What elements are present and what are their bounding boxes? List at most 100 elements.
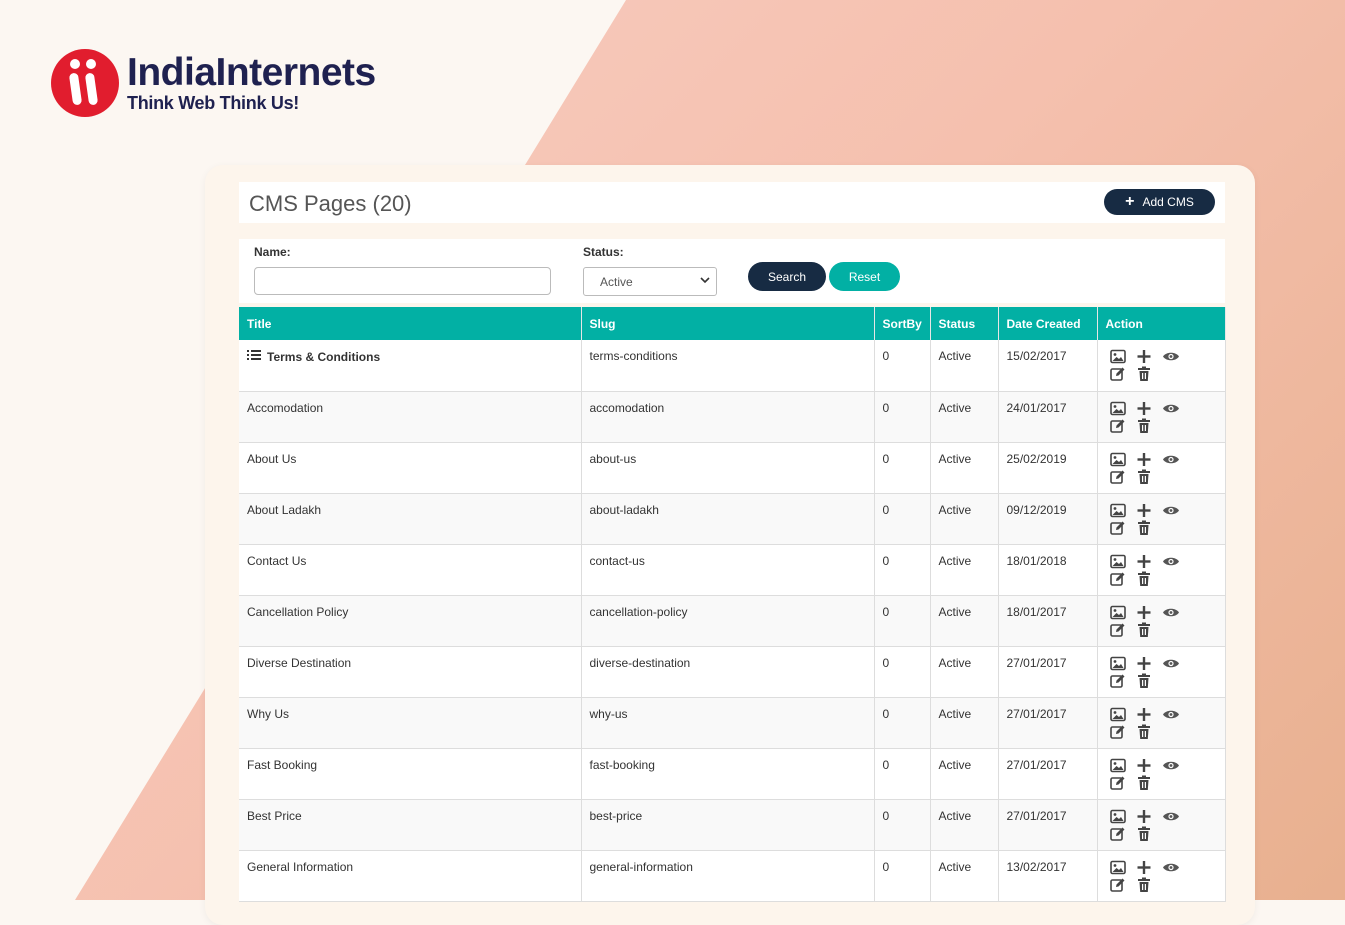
image-icon[interactable] (1109, 401, 1128, 418)
edit-icon[interactable] (1109, 826, 1128, 843)
cell-status: Active (930, 850, 999, 902)
plus-icon[interactable] (1136, 349, 1154, 366)
row-title: Accomodation (247, 400, 324, 415)
cms-header: CMS Pages (20) + Add CMS (239, 182, 1225, 223)
plus-icon[interactable] (1136, 554, 1154, 571)
cell-title: Contact Us (239, 544, 582, 596)
plus-icon[interactable] (1136, 656, 1154, 673)
trash-icon[interactable] (1136, 418, 1154, 435)
eye-icon[interactable] (1162, 809, 1180, 826)
edit-icon[interactable] (1109, 622, 1128, 639)
plus-icon[interactable] (1136, 707, 1154, 724)
name-input[interactable] (254, 267, 551, 295)
add-cms-button[interactable]: + Add CMS (1104, 189, 1215, 215)
eye-icon[interactable] (1162, 605, 1180, 622)
row-slug: terms-conditions (589, 349, 678, 363)
column-header-title[interactable]: Title (239, 307, 582, 340)
image-icon[interactable] (1109, 452, 1128, 469)
image-icon[interactable] (1109, 707, 1128, 724)
cell-actions (1097, 595, 1226, 647)
plus-icon[interactable] (1136, 860, 1154, 877)
row-sortby: 0 (882, 757, 890, 772)
cell-actions (1097, 697, 1226, 749)
edit-icon[interactable] (1109, 418, 1128, 435)
cell-slug: terms-conditions (581, 340, 875, 392)
table-row: Terms & Conditions terms-conditions 0 Ac… (239, 340, 1226, 392)
row-title: Contact Us (247, 553, 307, 568)
row-date: 27/01/2017 (1006, 757, 1067, 772)
edit-icon[interactable] (1109, 877, 1128, 894)
cell-actions (1097, 391, 1226, 443)
eye-icon[interactable] (1162, 758, 1180, 775)
eye-icon[interactable] (1162, 656, 1180, 673)
column-header-status[interactable]: Status (930, 307, 999, 340)
eye-icon[interactable] (1162, 554, 1180, 571)
eye-icon[interactable] (1162, 401, 1180, 418)
trash-icon[interactable] (1136, 673, 1154, 690)
cell-sortby: 0 (874, 697, 931, 749)
cell-status: Active (930, 391, 999, 443)
cell-date: 18/01/2018 (998, 544, 1098, 596)
trash-icon[interactable] (1136, 622, 1154, 639)
image-icon[interactable] (1109, 758, 1128, 775)
edit-icon[interactable] (1109, 724, 1128, 741)
eye-icon[interactable] (1162, 860, 1180, 877)
table-row: Fast Booking fast-booking 0 Active 27/01… (239, 748, 1226, 800)
eye-icon[interactable] (1162, 349, 1180, 366)
column-header-sortby[interactable]: SortBy (874, 307, 931, 340)
trash-icon[interactable] (1136, 571, 1154, 588)
plus-icon[interactable] (1136, 809, 1154, 826)
reset-button[interactable]: Reset (829, 262, 900, 291)
eye-icon[interactable] (1162, 707, 1180, 724)
plus-icon[interactable] (1136, 452, 1154, 469)
row-date: 13/02/2017 (1006, 859, 1067, 874)
image-icon[interactable] (1109, 554, 1128, 571)
cell-actions (1097, 544, 1226, 596)
row-slug: accomodation (589, 400, 665, 415)
edit-icon[interactable] (1109, 366, 1128, 383)
plus-icon[interactable] (1136, 401, 1154, 418)
row-title: About Ladakh (247, 502, 322, 517)
image-icon[interactable] (1109, 860, 1128, 877)
edit-icon[interactable] (1109, 520, 1128, 537)
trash-icon[interactable] (1136, 520, 1154, 537)
plus-icon[interactable] (1136, 758, 1154, 775)
row-date: 27/01/2017 (1006, 808, 1067, 823)
brand-name: IndiaInternets (127, 51, 376, 94)
search-button[interactable]: Search (748, 262, 826, 291)
eye-icon[interactable] (1162, 452, 1180, 469)
cell-date: 27/01/2017 (998, 697, 1098, 749)
image-icon[interactable] (1109, 349, 1128, 366)
row-slug: diverse-destination (589, 655, 691, 670)
row-slug: general-information (589, 859, 693, 874)
plus-icon[interactable] (1136, 503, 1154, 520)
edit-icon[interactable] (1109, 775, 1128, 792)
column-header-slug[interactable]: Slug (581, 307, 875, 340)
column-header-date-created[interactable]: Date Created (998, 307, 1098, 340)
cell-sortby: 0 (874, 850, 931, 902)
image-icon[interactable] (1109, 503, 1128, 520)
edit-icon[interactable] (1109, 571, 1128, 588)
row-title: Terms & Conditions (267, 350, 381, 364)
cell-title: Cancellation Policy (239, 595, 582, 647)
trash-icon[interactable] (1136, 469, 1154, 486)
eye-icon[interactable] (1162, 503, 1180, 520)
trash-icon[interactable] (1136, 826, 1154, 843)
plus-icon[interactable] (1136, 605, 1154, 622)
cell-slug: cancellation-policy (581, 595, 875, 647)
edit-icon[interactable] (1109, 469, 1128, 486)
trash-icon[interactable] (1136, 877, 1154, 894)
image-icon[interactable] (1109, 605, 1128, 622)
edit-icon[interactable] (1109, 673, 1128, 690)
row-status: Active (938, 859, 972, 874)
table-row: Accomodation accomodation 0 Active 24/01… (239, 391, 1226, 443)
image-icon[interactable] (1109, 656, 1128, 673)
status-select[interactable]: Active (583, 267, 717, 296)
trash-icon[interactable] (1136, 724, 1154, 741)
cell-status: Active (930, 340, 999, 392)
trash-icon[interactable] (1136, 366, 1154, 383)
trash-icon[interactable] (1136, 775, 1154, 792)
row-status: Active (938, 655, 972, 670)
filter-bar: Name: Status: Active Search Reset (239, 239, 1225, 303)
image-icon[interactable] (1109, 809, 1128, 826)
